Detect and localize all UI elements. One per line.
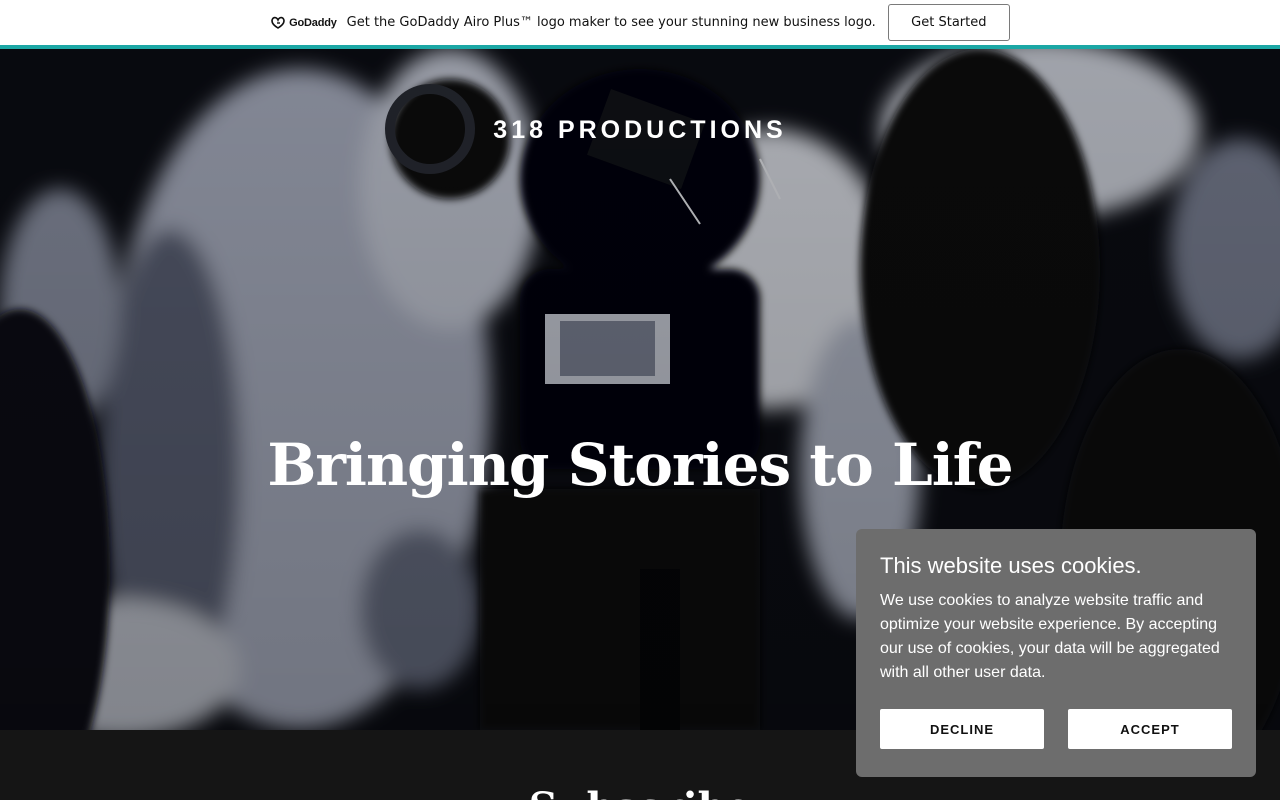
- godaddy-logo-text: GoDaddy: [289, 16, 337, 29]
- promo-banner: GoDaddy Get the GoDaddy Airo Plus™ logo …: [0, 0, 1280, 45]
- hero-headline: Bringing Stories to Life: [267, 431, 1013, 499]
- cookie-title: This website uses cookies.: [880, 553, 1142, 578]
- get-started-button[interactable]: Get Started: [887, 4, 1010, 41]
- godaddy-logo: GoDaddy: [270, 15, 337, 30]
- decline-button[interactable]: DECLINE: [880, 709, 1044, 749]
- accept-button[interactable]: ACCEPT: [1068, 709, 1232, 749]
- section-title: Subscribe: [0, 788, 1280, 800]
- godaddy-logo-icon: [271, 16, 285, 29]
- promo-message: Get the GoDaddy Airo Plus™ logo maker to…: [346, 15, 876, 30]
- cookie-consent-panel: This website uses cookies. We use cookie…: [856, 529, 1256, 777]
- cookie-body: We use cookies to analyze website traffi…: [880, 592, 1220, 681]
- cookie-actions: DECLINE ACCEPT: [880, 709, 1232, 749]
- brand-title[interactable]: 318 PRODUCTIONS: [0, 116, 1280, 145]
